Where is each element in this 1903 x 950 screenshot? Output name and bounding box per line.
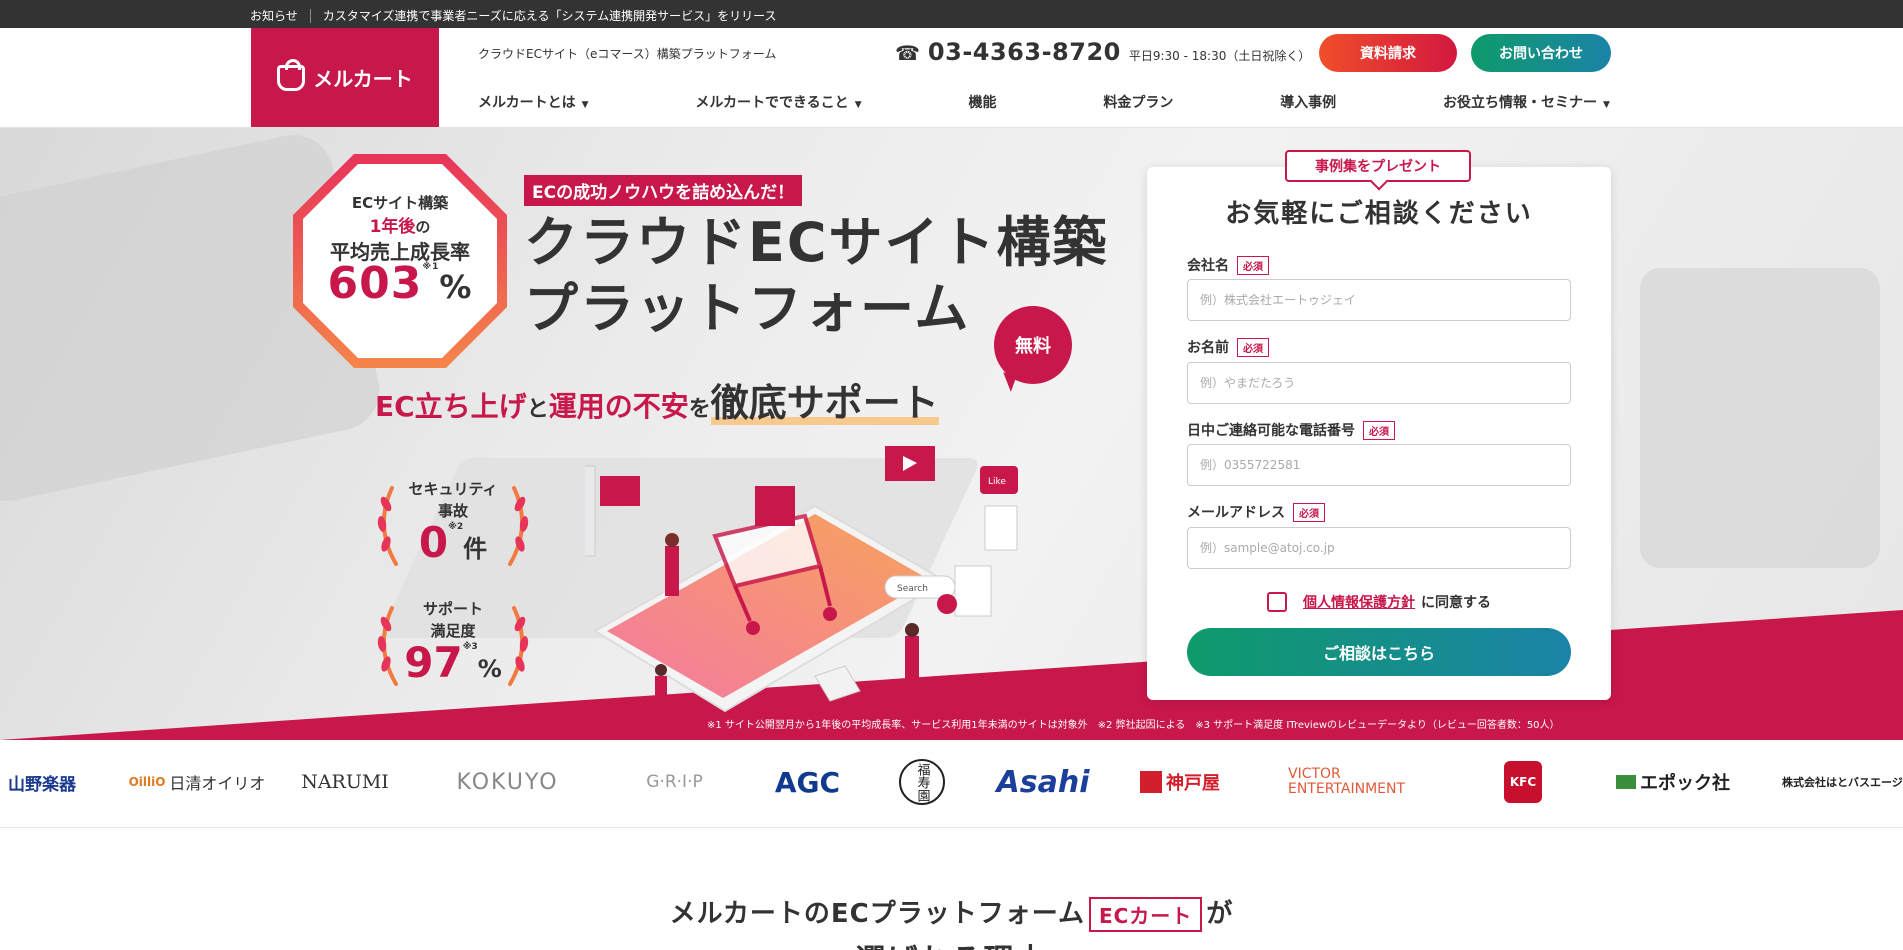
support-stat: サポート 満足度 97※3% xyxy=(368,596,538,696)
contact-button[interactable]: お問い合わせ xyxy=(1471,34,1611,72)
client-logo: NARUMI xyxy=(301,771,389,793)
company-input[interactable] xyxy=(1187,279,1571,321)
client-logo: Asahi xyxy=(996,764,1090,800)
person-figure-icon xyxy=(655,676,667,712)
shopping-bag-icon xyxy=(984,505,1018,551)
name-input[interactable] xyxy=(1187,362,1571,404)
nav-item-features-overview[interactable]: メルカートでできること ▼ xyxy=(695,92,861,112)
header-tagline: クラウドECサイト（eコマース）構築プラットフォーム xyxy=(478,47,777,61)
free-badge: 無料 xyxy=(994,306,1072,384)
business-hours: 平日9:30 - 18:30（土日祝除く） xyxy=(1128,49,1311,63)
ui-panel-icon xyxy=(585,465,596,557)
phone-label: 日中ご連絡可能な電話番号 必須 xyxy=(1187,420,1395,440)
phone-input[interactable] xyxy=(1187,444,1571,486)
person-figure-icon xyxy=(665,546,679,596)
client-logo-strip: 山野楽器 OilliO 日清オイリオ NARUMI KOKUYO G·R·I·P … xyxy=(0,740,1903,828)
section-heading: メルカートのECプラットフォーム ECカートが xyxy=(0,893,1903,932)
name-label: お名前 必須 xyxy=(1187,337,1269,357)
client-logo: 神戸屋 xyxy=(1132,760,1228,804)
person-figure-icon xyxy=(905,636,919,691)
client-logo: VICTOR ENTERTAINMENT xyxy=(1288,766,1406,797)
caret-down-icon: ▼ xyxy=(854,100,862,110)
phone-number[interactable]: 03-4363-8720 xyxy=(928,38,1121,66)
phone-icon: ☎ xyxy=(895,41,920,65)
client-logo: OilliO 日清オイリオ xyxy=(128,774,266,793)
badge-line1: ECサイト構築 xyxy=(351,194,449,212)
privacy-checkbox[interactable] xyxy=(1267,592,1287,612)
logo-text: メルカート xyxy=(313,67,413,91)
client-logo: エポック社 xyxy=(1603,760,1743,804)
badge-line2: 1年後の xyxy=(369,217,431,237)
ec-smartphone-illustration: Like Search xyxy=(585,446,1018,713)
casebook-tag: 事例集をプレゼント xyxy=(1285,150,1471,182)
required-badge: 必須 xyxy=(1237,337,1269,357)
site-header: メルカート クラウドECサイト（eコマース）構築プラットフォーム ☎ 03-43… xyxy=(0,28,1903,128)
search-icon xyxy=(937,594,957,614)
stat-label: セキュリティ xyxy=(408,480,498,498)
main-nav: メルカートとは ▼ メルカートでできること ▼ 機能 料金プラン 導入事例 お役立ち… xyxy=(478,92,1610,112)
consultation-form: お気軽にご相談ください 会社名必須 お名前必須 日中ご連絡可能な電話番号必須 メ… xyxy=(1147,167,1611,700)
shopping-bag-icon xyxy=(277,58,306,91)
client-logo: 福寿園 xyxy=(896,759,948,805)
badge-value: 603※1% xyxy=(327,258,473,309)
submit-button[interactable]: ご相談はこちら xyxy=(1187,628,1571,676)
security-stat: セキュリティ 事故 0※2件 xyxy=(368,476,538,576)
company-label: 会社名 必須 xyxy=(1187,255,1269,275)
growth-rate-badge: ECサイト構築 1年後の 平均売上成長率 603※1% xyxy=(289,150,511,372)
stat-label: サポート xyxy=(422,600,483,618)
caret-down-icon: ▼ xyxy=(1603,100,1610,110)
hero-subtitle: EC立ち上げと運用の不安を徹底サポート xyxy=(375,381,939,425)
email-input[interactable] xyxy=(1187,527,1571,569)
client-logo: KOKUYO xyxy=(456,769,559,795)
divider xyxy=(309,8,311,23)
phone-block: ☎ 03-4363-8720 平日9:30 - 18:30（土日祝除く） xyxy=(895,38,1310,66)
shopping-bag-icon xyxy=(954,565,992,617)
form-title: お気軽にご相談ください xyxy=(1225,199,1533,229)
client-logo: G·R·I·P xyxy=(646,772,703,792)
nav-item-resources[interactable]: お役立ち情報・セミナー ▼ xyxy=(1443,92,1610,112)
privacy-agreement: 個人情報保護方針 に同意する xyxy=(1147,592,1611,612)
like-text: Like xyxy=(988,477,1006,487)
required-badge: 必須 xyxy=(1237,255,1269,275)
client-logo: AGC xyxy=(774,765,841,799)
hero-ribbon: ECの成功ノウハウを詰め込んだ！ xyxy=(524,175,803,206)
section-heading-line2: 選ばれる理由 xyxy=(0,935,1903,950)
nav-item-cases[interactable]: 導入事例 xyxy=(1280,92,1336,112)
chat-bubble-icon xyxy=(600,476,640,506)
footnotes: ※1 サイト公開翌月から1年後の平均成長率、サービス利用1年未満のサイトは対象外… xyxy=(707,720,1560,731)
search-bar-text: Search xyxy=(897,584,928,594)
nav-item-pricing[interactable]: 料金プラン xyxy=(1103,92,1173,112)
announcement-link[interactable]: カスタマイズ連携で事業者ニーズに応える「システム連携開発サービス」をリリース xyxy=(323,7,777,24)
nav-item-functions[interactable]: 機能 xyxy=(968,92,996,112)
request-document-button[interactable]: 資料請求 xyxy=(1319,34,1457,72)
agree-text: に同意する xyxy=(1421,595,1491,611)
client-logo: 山野楽器 xyxy=(8,774,76,795)
email-label: メールアドレス 必須 xyxy=(1187,502,1325,522)
hero-section: ECサイト構築 1年後の 平均売上成長率 603※1% ECの成功ノウハウを詰め… xyxy=(0,128,1903,740)
envelope-icon xyxy=(814,665,861,702)
announcement-bar: お知らせ カスタマイズ連携で事業者ニーズに応える「システム連携開発サービス」をリ… xyxy=(0,0,1903,28)
stat-value: 97※3% xyxy=(404,638,502,687)
privacy-policy-link[interactable]: 個人情報保護方針 xyxy=(1303,592,1415,612)
stat-value: 0※2件 xyxy=(418,518,488,567)
client-logo: KFC xyxy=(1500,760,1546,804)
caret-down-icon: ▼ xyxy=(581,100,589,110)
client-logo: 株式会社はとバスエージェンシー xyxy=(1782,776,1903,789)
site-logo[interactable]: メルカート xyxy=(251,28,439,127)
gift-box-icon xyxy=(755,486,795,526)
announcement-label: お知らせ xyxy=(250,9,298,23)
ec-cart-tag: ECカート xyxy=(1088,897,1203,932)
required-badge: 必須 xyxy=(1293,502,1325,522)
nav-item-about[interactable]: メルカートとは ▼ xyxy=(478,92,589,112)
required-badge: 必須 xyxy=(1363,420,1395,440)
